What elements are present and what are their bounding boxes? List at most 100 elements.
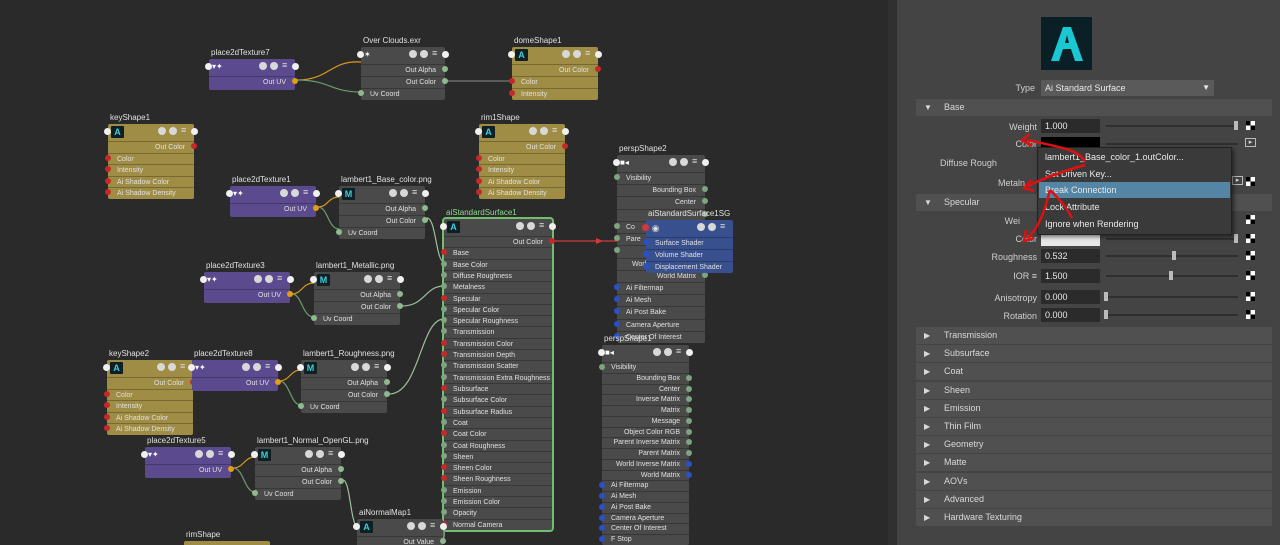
node-collapse-button-icon[interactable] [253, 363, 261, 371]
node-attribute-row[interactable]: Ai Shadow Color [108, 175, 194, 187]
output-port[interactable] [686, 439, 692, 446]
node-input-port[interactable] [335, 190, 342, 197]
output-port[interactable] [686, 428, 692, 435]
output-port[interactable] [686, 471, 692, 478]
node-mode-button-icon[interactable] [389, 189, 397, 197]
node-domeShape1[interactable]: A ≡ Out Color Color Intensity [508, 47, 602, 100]
node-attribute-row[interactable]: Out UV [192, 377, 278, 388]
node-attribute-row[interactable]: Message [602, 415, 689, 427]
node-collapse-button-icon[interactable] [420, 50, 428, 58]
section-advanced[interactable]: ▶ Advanced [916, 490, 1272, 508]
output-port[interactable] [422, 217, 428, 223]
node-perspShape1[interactable]: ■◂ ≡ Visibility Bounding Box Center Inverse M… [598, 345, 693, 545]
ior-field[interactable]: 1.500 [1041, 269, 1100, 283]
weight-slider[interactable] [1106, 125, 1238, 127]
node-output-port[interactable] [191, 128, 198, 135]
input-port[interactable] [614, 320, 620, 327]
node-attribute-row[interactable]: Matrix [602, 405, 689, 416]
node-attribute-row[interactable]: Ai Shadow Color [479, 175, 565, 187]
roughness-map-icon[interactable] [1246, 251, 1255, 260]
node-place2dTexture3[interactable]: ▾✦ ≡ Out UV [200, 272, 294, 303]
node-attribute-row[interactable]: Camera Aperture [602, 512, 689, 524]
section-hardware-texturing[interactable]: ▶ Hardware Texturing [916, 509, 1272, 526]
node-mode-button-icon[interactable] [653, 348, 661, 356]
node-collapse-button-icon[interactable] [400, 189, 408, 197]
weight-field[interactable]: 1.000 [1041, 119, 1100, 133]
node-output-port[interactable] [338, 451, 345, 458]
input-port[interactable] [252, 490, 258, 496]
output-port[interactable] [397, 303, 403, 309]
output-port[interactable] [384, 391, 390, 397]
node-attribute-row[interactable]: Displacement Shader [646, 261, 733, 272]
input-port[interactable] [614, 174, 620, 180]
node-attribute-row[interactable]: Sheen Color [444, 462, 552, 473]
node-attribute-row[interactable]: Emission Color [444, 496, 552, 507]
node-menu-icon[interactable]: ≡ [412, 188, 420, 197]
node-place2dTexture5[interactable]: ▾✦ ≡ Out UV [141, 447, 235, 478]
menu-item-set-driven-key[interactable]: Set Driven Key... [1039, 166, 1230, 182]
output-port[interactable] [440, 538, 446, 544]
input-port[interactable] [311, 315, 317, 321]
input-port[interactable] [643, 239, 649, 245]
output-port[interactable] [292, 78, 298, 84]
node-collapse-button-icon[interactable] [418, 522, 426, 530]
node-mode-button-icon[interactable] [351, 363, 359, 371]
node-attribute-row[interactable]: Uv Coord [301, 401, 387, 412]
node-attribute-row[interactable]: Ai Shadow Color [107, 411, 193, 423]
node-attribute-row[interactable]: Out Alpha [314, 289, 400, 300]
node-attribute-row[interactable]: Out Color [108, 141, 194, 152]
node-attribute-row[interactable]: Out Color [361, 76, 445, 87]
input-port[interactable] [441, 260, 447, 267]
specular-color-map-icon[interactable] [1246, 234, 1255, 243]
weight-slider-handle[interactable] [1234, 121, 1238, 130]
output-port[interactable] [702, 186, 708, 193]
node-menu-icon[interactable]: ≡ [277, 274, 285, 283]
base-color-slider[interactable] [1106, 143, 1238, 145]
node-attribute-row[interactable]: Out Alpha [301, 377, 387, 388]
input-port[interactable] [441, 418, 447, 425]
node-collapse-button-icon[interactable] [375, 275, 383, 283]
input-port[interactable] [441, 271, 447, 278]
node-attribute-row[interactable]: Opacity [444, 507, 552, 518]
node-shadingGroup[interactable]: ◉ ≡ Surface Shader Volume Shader Displacemen… [642, 220, 733, 273]
menu-item-ignore-when-rendering[interactable]: Ignore when Rendering [1039, 216, 1230, 232]
node-lambertBase[interactable]: M ≡ Out Alpha Out Color Uv Coord [335, 186, 429, 239]
node-attribute-row[interactable]: Base Color [444, 258, 552, 270]
metalness-map-button-icon[interactable] [1246, 177, 1255, 186]
node-output-port[interactable] [397, 276, 404, 283]
input-port[interactable] [336, 229, 342, 235]
node-attribute-row[interactable]: Sheen Roughness [444, 473, 552, 484]
metalness-connected-icon[interactable]: ▸ [1232, 176, 1243, 185]
node-attribute-row[interactable]: Color [107, 388, 193, 400]
node-attribute-row[interactable]: Base [444, 247, 552, 258]
node-menu-icon[interactable]: ≡ [328, 449, 336, 458]
node-output-port[interactable] [292, 63, 299, 70]
node-attribute-row[interactable]: Out UV [145, 464, 231, 475]
node-mode-button-icon[interactable] [254, 275, 262, 283]
input-port[interactable] [358, 90, 364, 96]
output-port[interactable] [397, 291, 403, 297]
output-port[interactable] [595, 66, 601, 72]
node-input-port[interactable] [103, 364, 110, 371]
node-mode-button-icon[interactable] [157, 363, 165, 371]
section-thin-film[interactable]: ▶ Thin Film [916, 418, 1272, 435]
node-lambertNormal[interactable]: M ≡ Out Alpha Out Color Uv Coord [251, 447, 345, 500]
output-port[interactable] [191, 143, 197, 149]
node-lambertRough[interactable]: M ≡ Out Alpha Out Color Uv Coord [297, 360, 391, 413]
node-attribute-row[interactable]: Ai Shadow Density [107, 423, 193, 434]
input-port[interactable] [643, 251, 649, 257]
node-input-port[interactable] [188, 364, 195, 371]
node-input-port[interactable] [141, 451, 148, 458]
node-menu-icon[interactable]: ≡ [692, 157, 700, 166]
node-output-port[interactable] [562, 128, 569, 135]
node-attribute-row[interactable]: Center [617, 196, 705, 207]
output-port[interactable] [442, 66, 448, 72]
node-attribute-row[interactable]: Transmission Scatter [444, 360, 552, 371]
node-attribute-row[interactable]: Ai Filtermap [602, 480, 689, 491]
node-attribute-row[interactable]: Ai Post Bake [602, 501, 689, 513]
input-port[interactable] [509, 90, 515, 96]
output-port[interactable] [384, 379, 390, 385]
node-mode-button-icon[interactable] [280, 189, 288, 197]
node-input-port[interactable] [205, 63, 212, 70]
node-attribute-row[interactable]: Center Of Interest [602, 523, 689, 534]
